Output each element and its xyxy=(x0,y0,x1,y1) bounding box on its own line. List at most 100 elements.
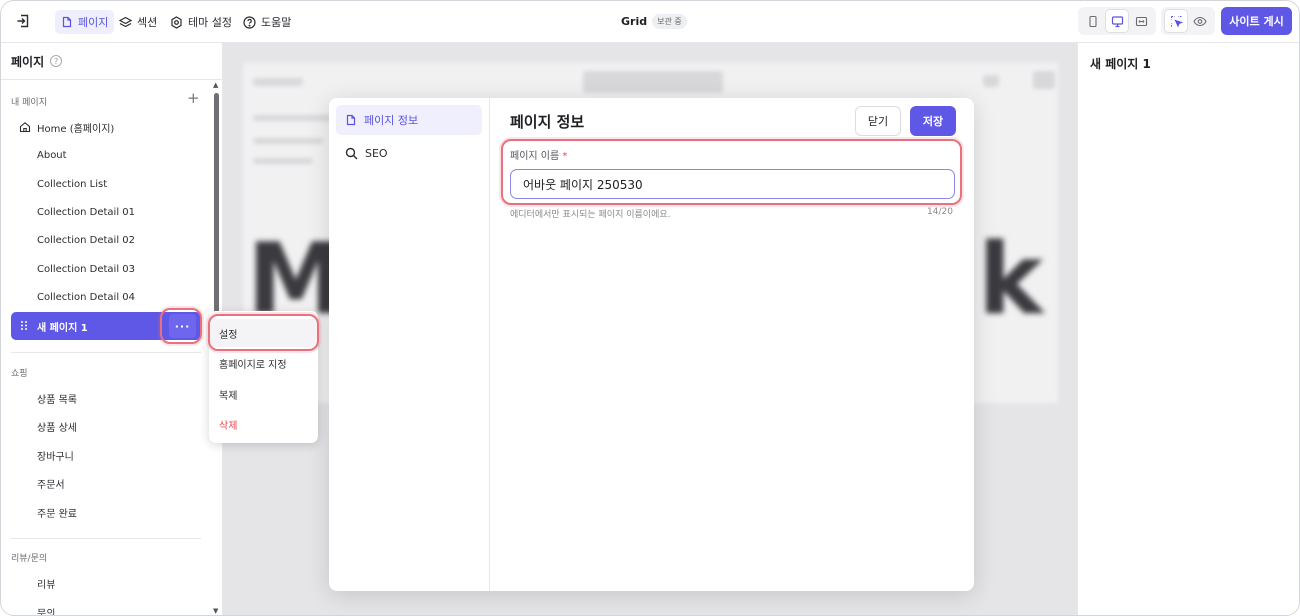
page-item-collection-detail-04[interactable]: Collection Detail 04 xyxy=(11,284,201,310)
publish-site-button[interactable]: 사이트 게시 xyxy=(1221,7,1292,35)
app-window: 페이지 섹션 테마 설정 도움말 Grid 보관 중 사이트 게시 페이지 ? … xyxy=(0,0,1300,616)
scroll-up-icon[interactable]: ▲ xyxy=(213,81,218,89)
page-item-reviews[interactable]: 리뷰 xyxy=(11,570,201,596)
group-label-shopping: 쇼핑 xyxy=(11,369,28,379)
help-icon[interactable]: ? xyxy=(50,55,63,67)
sidebar-scrollbar[interactable] xyxy=(214,93,219,318)
divider xyxy=(11,538,201,539)
modal-title: 페이지 정보 xyxy=(510,113,585,131)
sidebar-header: 페이지 ? xyxy=(1,43,222,80)
page-item-about[interactable]: About xyxy=(11,142,201,168)
page-item-label: 장바구니 xyxy=(37,451,74,463)
modal-tab-label: 페이지 정보 xyxy=(364,114,419,127)
modal-nav: 페이지 정보 SEO xyxy=(329,98,490,591)
group-label-my-pages: 내 페이지 xyxy=(11,98,47,108)
menu-item-settings[interactable]: 설정 xyxy=(209,319,318,347)
page-item-label: Collection Detail 04 xyxy=(37,291,136,303)
char-counter: 14/20 xyxy=(927,207,953,217)
more-options-button[interactable]: ··· xyxy=(169,314,196,338)
preview-placeholder xyxy=(983,75,999,87)
page-context-menu: 설정 홈페이지로 지정 복제 삭제 xyxy=(209,311,318,443)
home-icon xyxy=(19,122,31,133)
page-item-label: Collection Detail 03 xyxy=(37,263,136,275)
fit-view-button[interactable] xyxy=(1130,10,1152,32)
modal-tab-page-info[interactable]: 페이지 정보 xyxy=(336,105,482,135)
page-item-order-form[interactable]: 주문서 xyxy=(11,470,201,496)
preview-placeholder xyxy=(583,71,723,93)
page-item-label: 문의 xyxy=(37,608,56,616)
menu-item-duplicate[interactable]: 복제 xyxy=(209,380,318,408)
page-name-help-text: 에디터에서만 표시되는 페이지 이름이에요. xyxy=(510,210,671,220)
page-item-label: Collection Detail 01 xyxy=(37,206,136,218)
page-item-home[interactable]: Home (홈페이지) xyxy=(11,114,201,140)
modal-tab-label: SEO xyxy=(365,146,388,160)
status-badge: 보관 중 xyxy=(652,14,687,29)
device-switcher xyxy=(1078,7,1156,35)
desktop-icon xyxy=(1111,15,1123,27)
resize-icon xyxy=(1135,16,1147,26)
desktop-view-button[interactable] xyxy=(1106,10,1128,32)
nav-help-label: 도움말 xyxy=(261,16,292,29)
divider xyxy=(11,352,201,353)
menu-item-set-homepage[interactable]: 홈페이지로 지정 xyxy=(209,349,318,377)
cursor-select-icon xyxy=(1170,15,1183,27)
nav-pages-tab[interactable]: 페이지 xyxy=(55,10,115,34)
add-page-icon[interactable]: + xyxy=(187,91,200,106)
page-name-input[interactable] xyxy=(510,169,955,199)
exit-icon[interactable] xyxy=(13,11,33,31)
preview-blurred-glyph: k xyxy=(978,223,1044,337)
nav-theme-label: 테마 설정 xyxy=(188,16,232,29)
page-item-cart[interactable]: 장바구니 xyxy=(11,442,201,468)
page-item-label: 주문 완료 xyxy=(37,508,77,520)
preview-placeholder xyxy=(253,115,333,121)
page-item-product-detail[interactable]: 상품 상세 xyxy=(11,413,201,439)
preview-placeholder xyxy=(253,138,323,144)
required-mark: * xyxy=(562,151,568,162)
page-item-inquiry[interactable]: 문의 xyxy=(11,599,201,616)
nav-theme-tab[interactable]: 테마 설정 xyxy=(164,10,238,34)
page-item-collection-list[interactable]: Collection List xyxy=(11,171,201,197)
mobile-view-button[interactable] xyxy=(1082,10,1104,32)
nav-sections-tab[interactable]: 섹션 xyxy=(113,10,163,34)
search-icon xyxy=(345,147,358,159)
mobile-icon xyxy=(1089,15,1097,27)
eye-icon xyxy=(1193,16,1207,26)
page-item-collection-detail-02[interactable]: Collection Detail 02 xyxy=(11,227,201,253)
nav-help-tab[interactable]: 도움말 xyxy=(237,10,297,34)
scroll-down-icon[interactable]: ▼ xyxy=(213,607,218,615)
page-name-label-text: 페이지 이름 xyxy=(510,151,560,162)
page-item-collection-detail-01[interactable]: Collection Detail 01 xyxy=(11,199,201,225)
nav-sections-label: 섹션 xyxy=(137,16,158,29)
page-item-product-list[interactable]: 상품 목록 xyxy=(11,385,201,411)
page-item-new-page-1[interactable]: 새 페이지 1 ··· xyxy=(11,312,201,340)
top-bar: 페이지 섹션 테마 설정 도움말 Grid 보관 중 사이트 게시 xyxy=(1,1,1299,43)
page-item-label: About xyxy=(37,149,67,161)
page-item-collection-detail-03[interactable]: Collection Detail 03 xyxy=(11,256,201,282)
page-item-label: 상품 상세 xyxy=(37,422,77,434)
page-settings-modal: 페이지 정보 SEO 페이지 정보 닫기 저장 페이지 이름 * 에디터에서만 … xyxy=(329,98,974,591)
preview-placeholder xyxy=(253,78,303,86)
preview-button[interactable] xyxy=(1189,10,1211,32)
page-icon xyxy=(62,16,72,28)
pages-sidebar: 페이지 ? 내 페이지 + Home (홈페이지) About Collecti… xyxy=(1,43,223,616)
page-item-label: 상품 목록 xyxy=(37,394,77,406)
save-button[interactable]: 저장 xyxy=(910,106,956,136)
page-item-label: Collection Detail 02 xyxy=(37,234,136,246)
site-title-group: Grid 보관 중 xyxy=(621,14,687,29)
preview-placeholder xyxy=(1033,71,1055,89)
modal-tab-seo[interactable]: SEO xyxy=(336,138,482,168)
page-item-label: 새 페이지 1 xyxy=(37,322,88,334)
page-item-label: Home (홈페이지) xyxy=(37,123,115,135)
sidebar-title: 페이지 xyxy=(11,54,45,69)
help-icon xyxy=(243,15,256,29)
page-item-label: Collection List xyxy=(37,178,108,190)
page-item-order-complete[interactable]: 주문 완료 xyxy=(11,499,201,525)
tool-switcher xyxy=(1161,7,1215,35)
properties-panel: 새 페이지 1 xyxy=(1077,43,1299,615)
close-button[interactable]: 닫기 xyxy=(855,106,901,136)
panel-title: 새 페이지 1 xyxy=(1090,57,1151,71)
menu-item-delete[interactable]: 삭제 xyxy=(209,410,318,438)
drag-handle-icon[interactable] xyxy=(20,320,28,331)
site-title: Grid xyxy=(621,15,648,28)
select-tool-button[interactable] xyxy=(1165,10,1187,32)
